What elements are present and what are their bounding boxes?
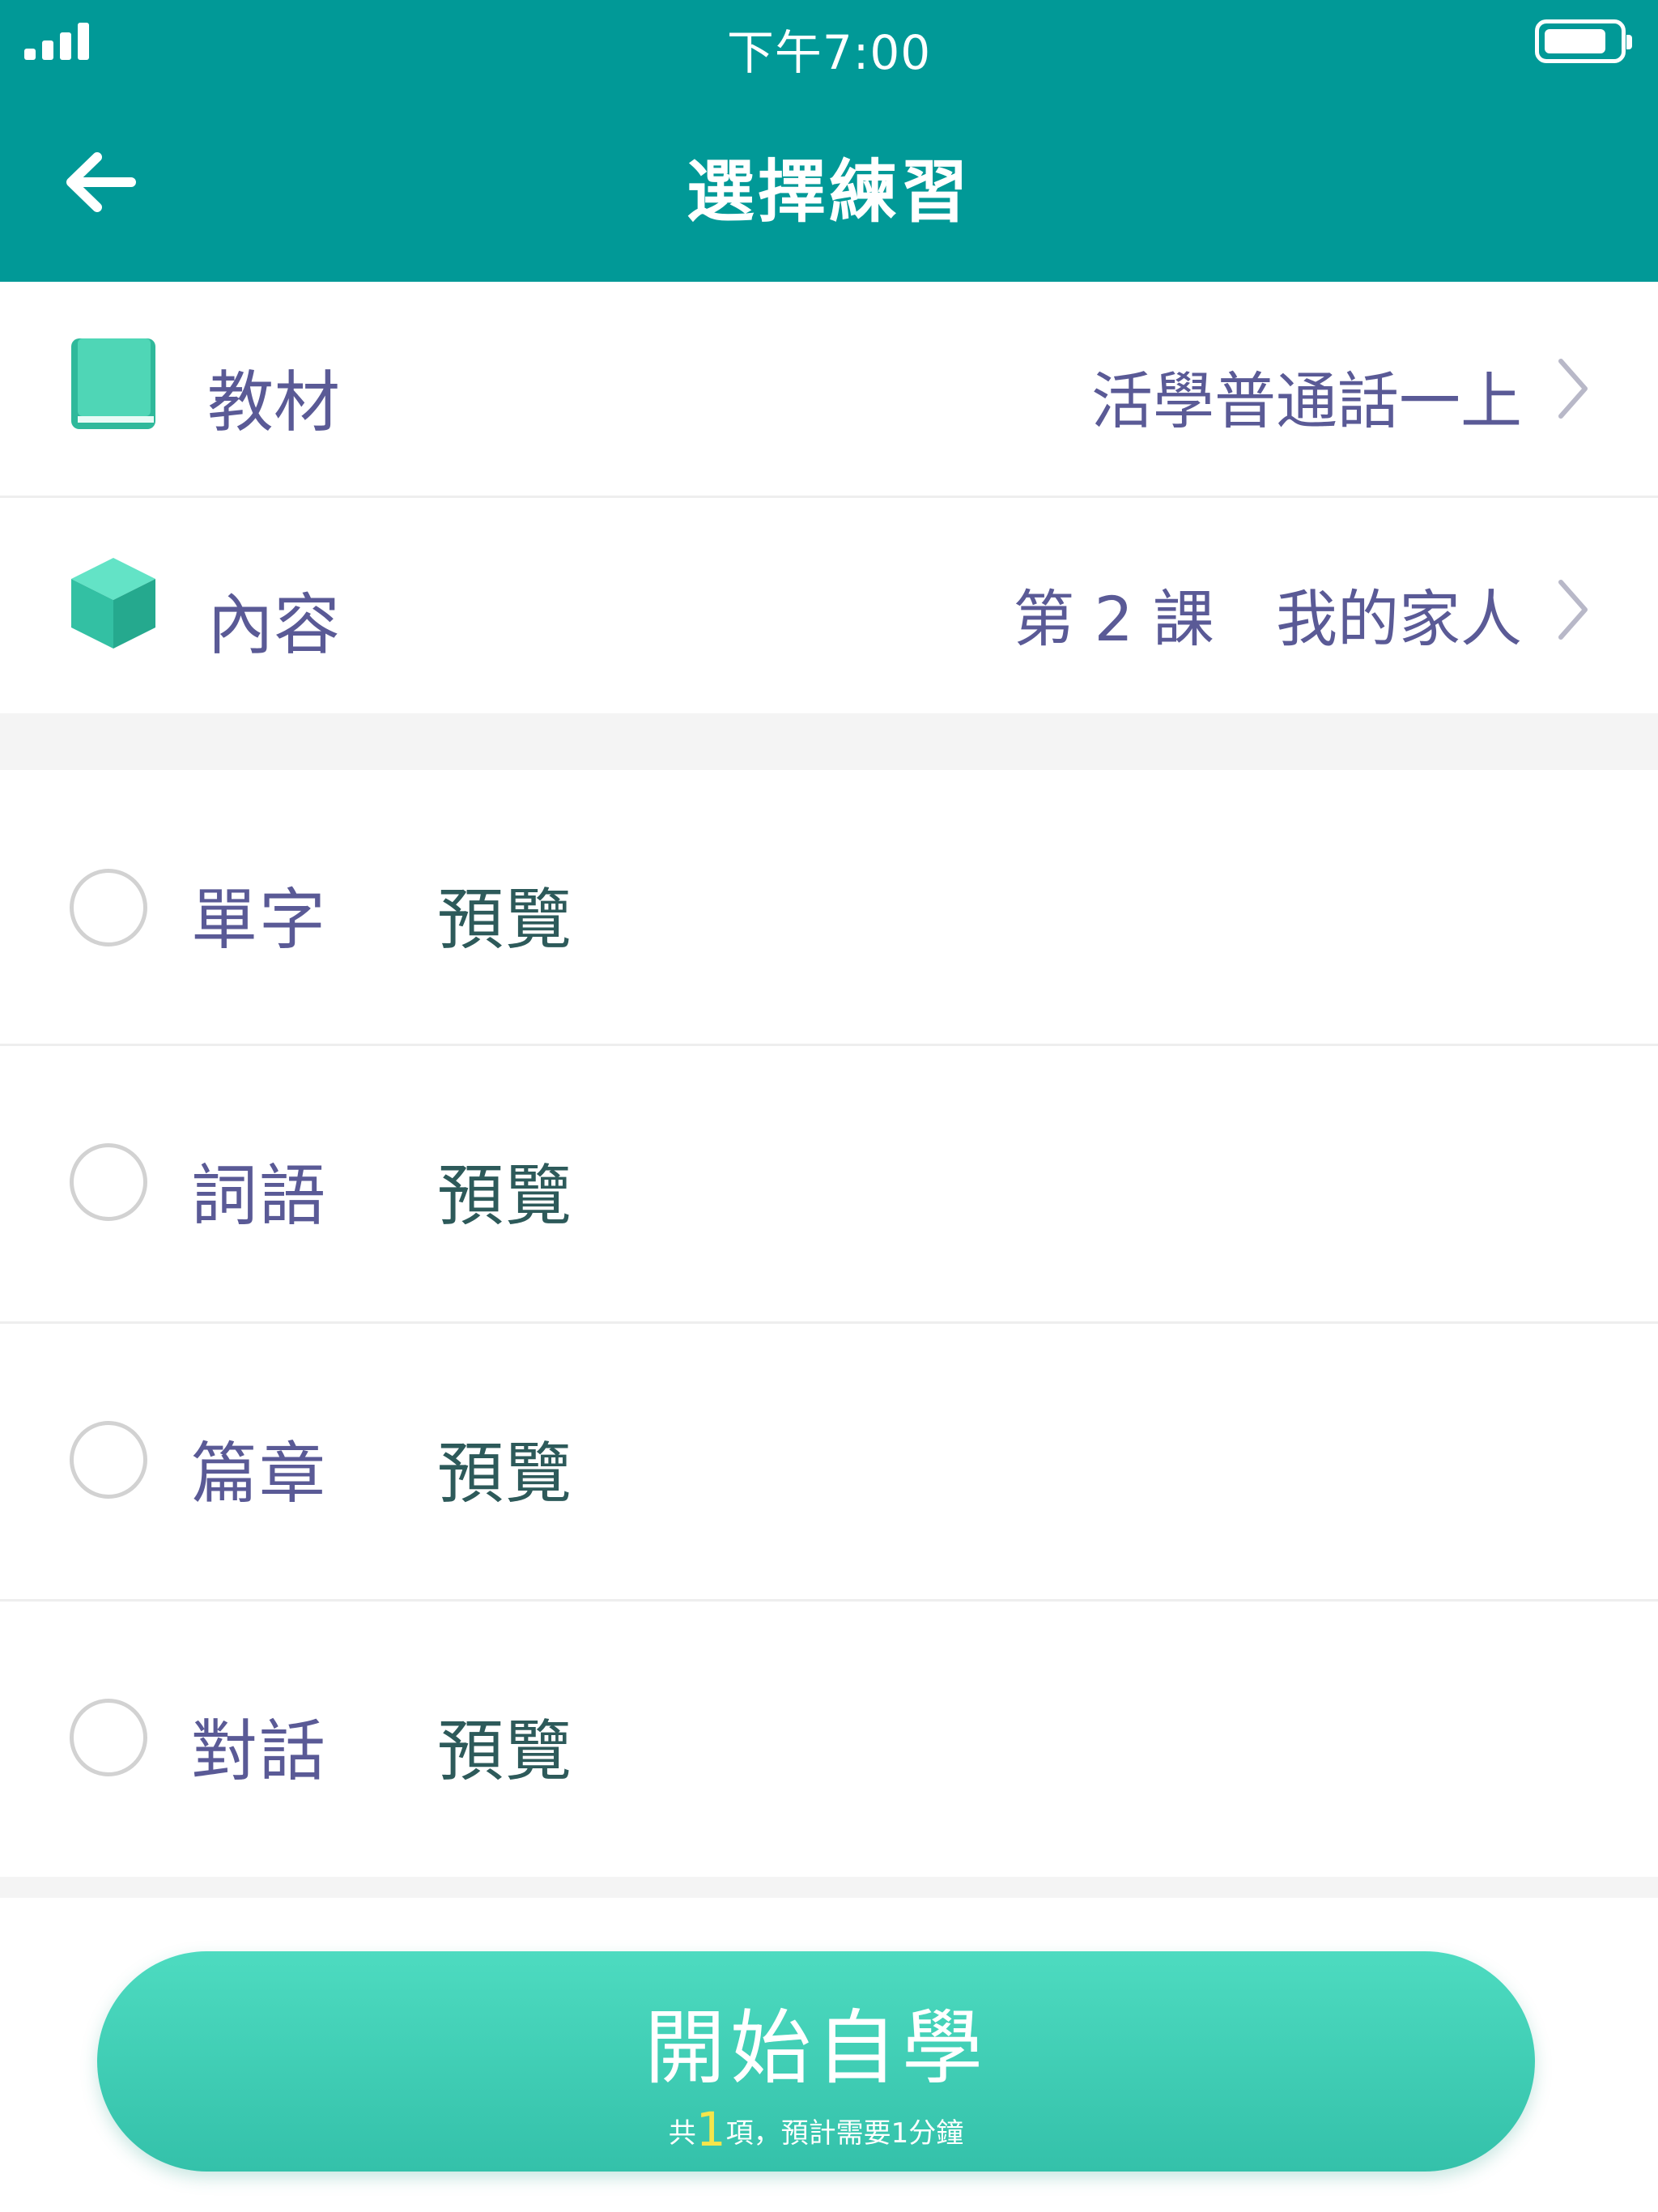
chevron-right-icon <box>1558 580 1588 640</box>
radio-button[interactable] <box>70 1699 147 1776</box>
battery-level <box>1545 29 1605 53</box>
radio-button[interactable] <box>70 869 147 946</box>
radio-button[interactable] <box>70 1421 147 1499</box>
textbook-label: 教材 <box>207 364 341 441</box>
textbook-row[interactable]: 教材 活學普通話一上 <box>0 282 1658 497</box>
page-title: 選擇練習 <box>686 152 971 232</box>
chevron-right-icon <box>1558 359 1588 419</box>
content-row[interactable]: 內容 第 2 課 我的家人 <box>0 498 1658 713</box>
preview-link[interactable]: 預覽 <box>437 1142 573 1238</box>
textbook-value: 活學普通話一上 <box>1091 365 1522 437</box>
section-gap <box>0 713 1658 770</box>
cube-icon <box>71 558 155 649</box>
book-icon <box>71 338 155 429</box>
app-header: 下午7:00 選擇練習 <box>0 0 1658 282</box>
preview-link[interactable]: 預覽 <box>437 1697 573 1793</box>
preview-link[interactable]: 預覽 <box>437 866 573 962</box>
status-bar: 下午7:00 <box>0 0 1658 81</box>
summary-suffix: 項，預計需要1分鐘 <box>725 2117 964 2150</box>
content-label: 內容 <box>207 587 341 664</box>
start-self-study-button[interactable]: 開始自學 共1項，預計需要1分鐘 <box>97 1951 1535 2172</box>
start-button-summary: 共1項，預計需要1分鐘 <box>97 2102 1535 2157</box>
summary-prefix: 共 <box>668 2117 696 2150</box>
start-button-label: 開始自學 <box>644 2001 988 2095</box>
content-value: 第 2 課 我的家人 <box>1013 583 1522 655</box>
exercise-row-characters: 單字 預覽 <box>0 770 1658 1045</box>
exercise-row-dialogues: 對話 預覽 <box>0 1602 1658 1877</box>
exercise-label[interactable]: 單字 <box>191 866 327 962</box>
selected-count: 1 <box>695 2102 726 2157</box>
radio-button[interactable] <box>70 1143 147 1221</box>
exercise-row-words: 詞語 預覽 <box>0 1046 1658 1321</box>
preview-link[interactable]: 預覽 <box>437 1419 573 1516</box>
battery-nub <box>1626 35 1632 49</box>
nav-bar: 選擇練習 <box>0 81 1658 282</box>
exercise-label[interactable]: 對話 <box>191 1697 327 1793</box>
exercise-label[interactable]: 篇章 <box>191 1419 327 1516</box>
exercise-label[interactable]: 詞語 <box>191 1142 327 1238</box>
exercise-row-passages: 篇章 預覽 <box>0 1324 1658 1599</box>
section-gap <box>0 1877 1658 1898</box>
status-time: 下午7:00 <box>726 25 932 80</box>
battery-icon <box>1535 19 1632 63</box>
